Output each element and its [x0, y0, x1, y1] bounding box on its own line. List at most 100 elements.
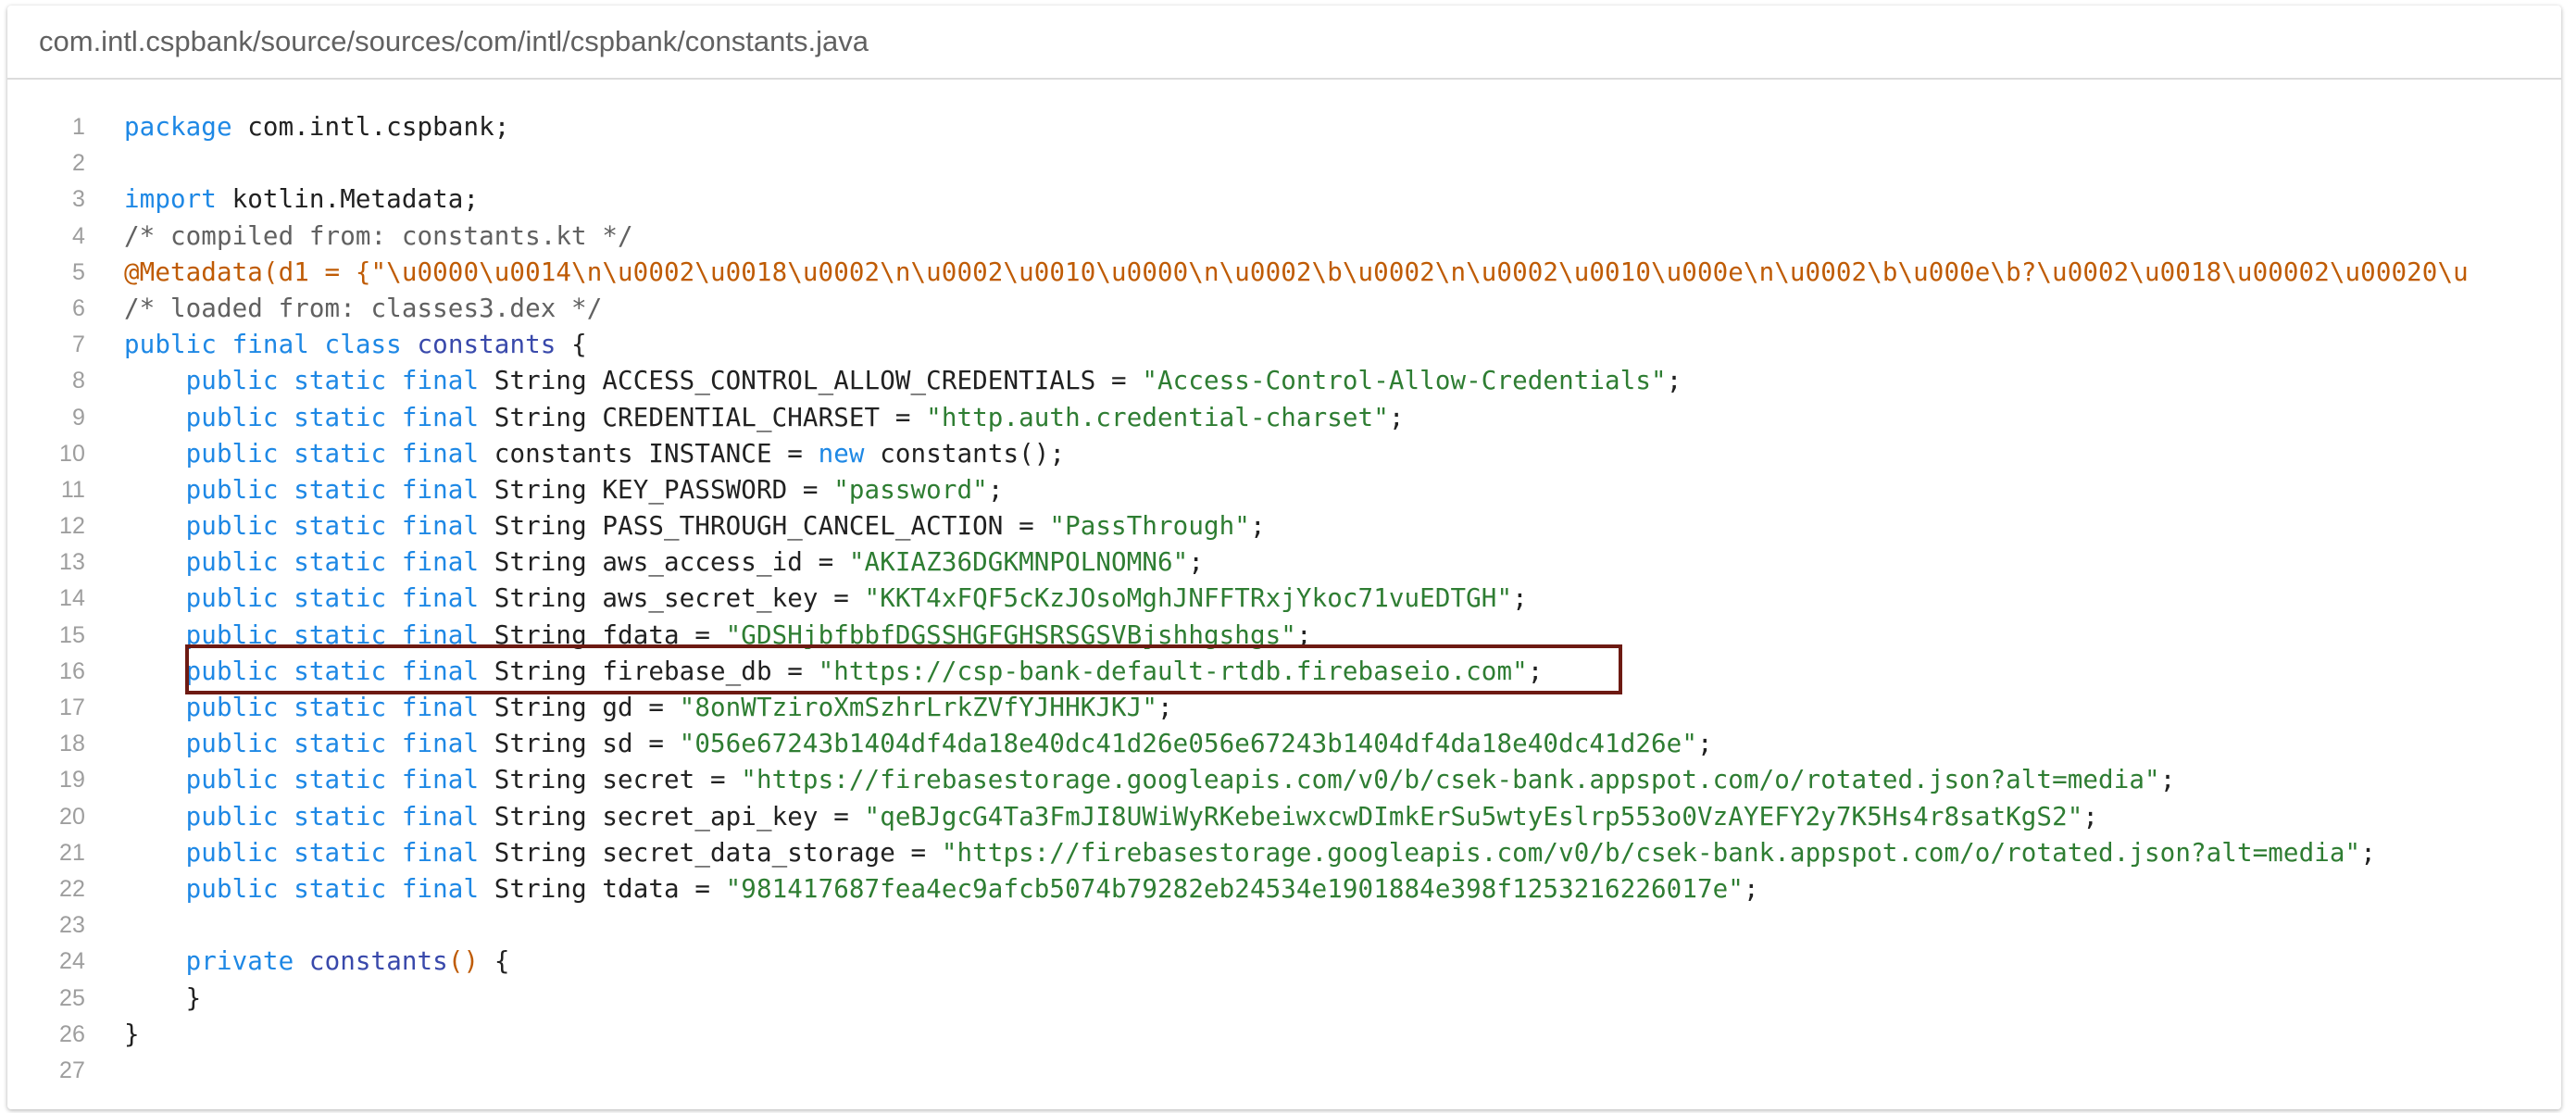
code-text[interactable]	[85, 145, 124, 181]
code-text[interactable]: package com.intl.cspbank;	[85, 109, 509, 145]
line-number: 24	[58, 948, 85, 975]
code-token: ;	[2360, 837, 2376, 868]
code-line: 18 public static final String sd = "056e…	[7, 726, 2561, 762]
line-number: 10	[58, 440, 85, 467]
code-token: String fdata =	[479, 619, 726, 650]
code-token: "http.auth.credential-charset"	[926, 402, 1389, 432]
code-text[interactable]: public static final String aws_access_id…	[85, 544, 1204, 581]
code-line: 21 public static final String secret_dat…	[7, 835, 2561, 871]
code-token: public static final	[185, 765, 480, 795]
code-token: String gd =	[479, 693, 680, 722]
line-number: 25	[58, 984, 85, 1011]
line-number: 23	[58, 912, 85, 939]
line-number: 6	[71, 294, 85, 321]
code-text[interactable]: public static final String aws_secret_ke…	[85, 581, 1528, 617]
code-text[interactable]: public static final String firebase_db =…	[85, 654, 1544, 690]
code-text[interactable]	[85, 907, 124, 944]
code-line: 22 public static final String tdata = "9…	[7, 871, 2561, 907]
line-number: 2	[71, 150, 85, 177]
code-text[interactable]: }	[85, 981, 202, 1017]
line-number: 20	[58, 803, 85, 830]
code-token: public static final	[185, 656, 480, 686]
code-text[interactable]: public static final String KEY_PASSWORD …	[85, 472, 1004, 508]
code-token: "8onWTziroXmSzhrLrkZVfYJHHKJKJ"	[679, 693, 1158, 722]
code-token: String aws_secret_key =	[479, 583, 865, 614]
code-token: constants	[417, 330, 556, 360]
code-token: constants	[308, 946, 448, 977]
code-text[interactable]: public static final String PASS_THROUGH_…	[85, 508, 1266, 544]
code-token: "password"	[833, 474, 988, 505]
code-token: "Access-Control-Allow-Credentials"	[1142, 366, 1667, 396]
code-text[interactable]: private constants() {	[85, 944, 510, 980]
line-number: 21	[58, 839, 85, 866]
code-token: public static final	[185, 837, 480, 868]
code-text[interactable]	[85, 1053, 124, 1089]
code-token: String firebase_db =	[479, 656, 819, 686]
code-token: String sd =	[479, 729, 680, 759]
code-text[interactable]: /* loaded from: classes3.dex */	[85, 291, 602, 327]
code-line: 3 import kotlin.Metadata;	[7, 181, 2561, 218]
code-text[interactable]: public static final String CREDENTIAL_CH…	[85, 400, 1405, 436]
line-number: 18	[58, 731, 85, 757]
code-line: 16 public static final String firebase_d…	[7, 654, 2561, 690]
code-token: com.intl.cspbank;	[231, 112, 510, 142]
code-text[interactable]: public static final String tdata = "9814…	[85, 871, 1759, 907]
code-token: public static final	[185, 366, 480, 396]
code-text[interactable]: public final class constants {	[85, 327, 587, 363]
code-line: 8 public static final String ACCESS_CONT…	[7, 363, 2561, 399]
code-text[interactable]: public static final String secret_api_ke…	[85, 799, 2098, 835]
code-token: /* compiled from: constants.kt */	[124, 220, 633, 251]
code-token: "https://csp-bank-default-rtdb.firebasei…	[818, 656, 1528, 686]
line-number: 3	[71, 186, 85, 213]
line-number: 19	[58, 767, 85, 794]
code-text[interactable]: public static final String secret = "htt…	[85, 762, 2176, 798]
code-token: public static final	[185, 729, 480, 759]
code-token: String PASS_THROUGH_CANCEL_ACTION =	[479, 511, 1050, 542]
code-text[interactable]: @Metadata(d1 = {"\u0000\u0014\n\u0002\u0…	[85, 255, 2469, 291]
code-text[interactable]: public static final String sd = "056e672…	[85, 726, 1713, 762]
code-token: public final class	[124, 330, 402, 360]
code-token: constants INSTANCE =	[479, 438, 819, 469]
line-number: 8	[71, 368, 85, 394]
code-line: 2	[7, 145, 2561, 181]
code-token: ;	[1388, 402, 1405, 432]
code-token: ;	[1295, 619, 1312, 650]
code-text[interactable]: public static final String secret_data_s…	[85, 835, 2376, 871]
code-text[interactable]: public static final String gd = "8onWTzi…	[85, 690, 1173, 726]
code-token: public static final	[185, 583, 480, 614]
code-token: ;	[1188, 547, 1205, 578]
code-line: 7 public final class constants {	[7, 327, 2561, 363]
code-text[interactable]: public static final constants INSTANCE =…	[85, 436, 1065, 472]
code-token: String KEY_PASSWORD =	[479, 474, 834, 505]
code-token: package	[124, 112, 232, 142]
line-number: 4	[71, 222, 85, 249]
code-token: ;	[2159, 765, 2176, 795]
code-text[interactable]: public static final String fdata = "GDSH…	[85, 618, 1312, 654]
line-number: 14	[58, 585, 85, 612]
code-line: 27	[7, 1053, 2561, 1089]
code-token: "PassThrough"	[1049, 511, 1250, 542]
code-token: public static final	[185, 474, 480, 505]
code-text[interactable]: public static final String ACCESS_CONTRO…	[85, 363, 1682, 399]
code-text[interactable]: import kotlin.Metadata;	[85, 181, 479, 218]
code-token: public static final	[185, 873, 480, 904]
code-line: 19 public static final String secret = "…	[7, 762, 2561, 798]
code-token: ;	[1527, 656, 1544, 686]
line-number: 13	[58, 549, 85, 576]
code-text[interactable]: /* compiled from: constants.kt */	[85, 219, 633, 255]
code-token: String aws_access_id =	[479, 547, 849, 578]
code-token: "981417687fea4ec9afcb5074b79282eb24534e1…	[725, 873, 1744, 904]
code-token: }	[124, 982, 202, 1013]
code-token: private	[185, 946, 294, 977]
code-text[interactable]: }	[85, 1017, 140, 1053]
